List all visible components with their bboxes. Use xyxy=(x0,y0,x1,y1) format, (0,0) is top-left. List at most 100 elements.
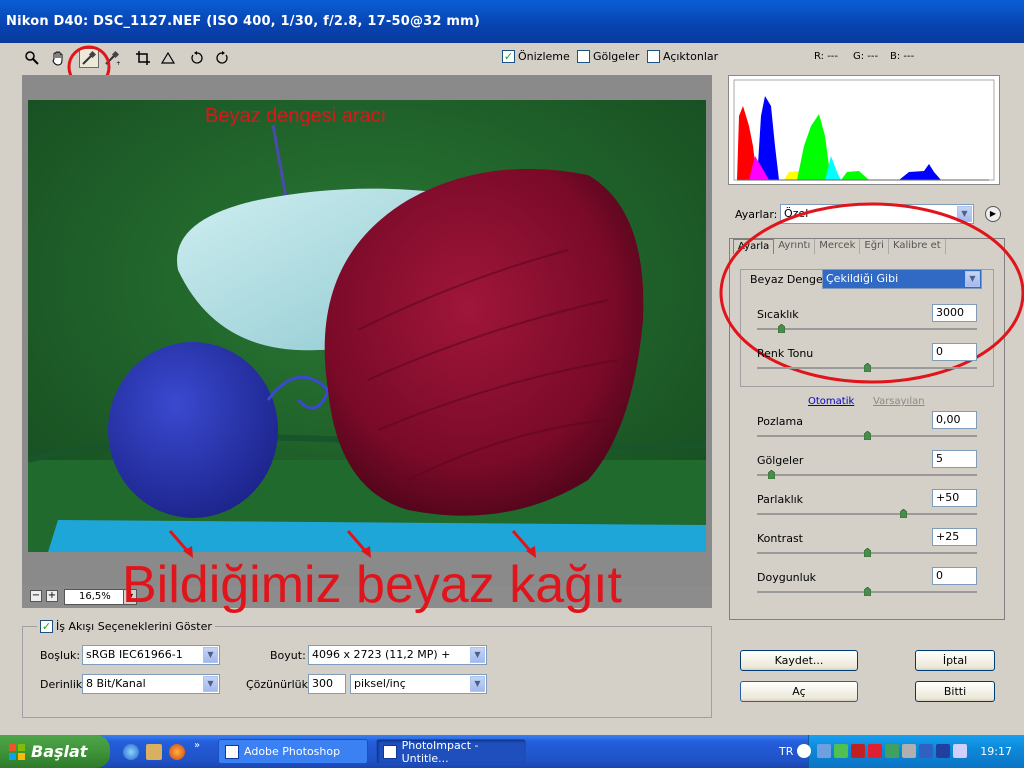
preview-check-icon: ✓ xyxy=(502,50,515,63)
tray-blue-icon[interactable] xyxy=(936,744,950,758)
internet-explorer-icon[interactable] xyxy=(123,744,139,760)
zoom-out-button[interactable]: − xyxy=(30,590,42,602)
slider-label: Sıcaklık xyxy=(757,308,799,321)
slider-label: Doygunluk xyxy=(757,571,817,584)
antivirus-icon[interactable] xyxy=(868,744,882,758)
task-photoimpact[interactable]: PhotoImpact - Untitle... xyxy=(376,738,526,765)
firefox-icon[interactable] xyxy=(169,744,185,760)
slider-thumb[interactable] xyxy=(768,470,775,479)
save-button[interactable]: Kaydet... xyxy=(740,650,858,671)
highlights-box xyxy=(647,50,660,63)
slider-value-input[interactable]: 3000 xyxy=(932,304,977,322)
highlights-label: Açıktonlar xyxy=(663,50,719,63)
shadows-box xyxy=(577,50,590,63)
tray-expand-icon[interactable] xyxy=(797,744,811,758)
slider-value-input[interactable]: +50 xyxy=(932,489,977,507)
network-icon[interactable] xyxy=(817,744,831,758)
task-photoshop-label: Adobe Photoshop xyxy=(244,745,341,758)
workflow-label: İş Akışı Seçeneklerini Göster xyxy=(56,620,212,633)
gmail-icon[interactable] xyxy=(851,744,865,758)
slider-value-input[interactable]: 0,00 xyxy=(932,411,977,429)
shadows-checkbox[interactable]: Gölgeler xyxy=(577,50,639,63)
done-button[interactable]: Bitti xyxy=(915,681,995,702)
slider-track[interactable] xyxy=(757,328,977,330)
preview-label: Önizleme xyxy=(518,50,570,63)
slider-label: Parlaklık xyxy=(757,493,804,506)
slider-track[interactable] xyxy=(757,513,977,515)
resolution-unit-value: piksel/inç xyxy=(354,677,406,690)
slider-label: Pozlama xyxy=(757,415,803,428)
white-paper-annotation: Bildiğimiz beyaz kağıt xyxy=(122,556,622,614)
slider-thumb[interactable] xyxy=(864,363,871,372)
chevron-down-icon: ▼ xyxy=(470,676,485,692)
hand-icon[interactable] xyxy=(48,48,68,68)
photoimpact-app-icon xyxy=(383,744,397,759)
raw-preview-image[interactable] xyxy=(28,100,706,552)
space-value: sRGB IEC61966-1 xyxy=(86,648,183,661)
chevron-down-icon: ▼ xyxy=(203,676,218,692)
zoom-level[interactable]: 16,5% xyxy=(64,589,124,605)
size-select[interactable]: 4096 x 2723 (11,2 MP) + ▼ xyxy=(308,645,487,665)
size-value: 4096 x 2723 (11,2 MP) + xyxy=(312,648,451,661)
start-button[interactable]: Başlat xyxy=(0,735,110,768)
histogram xyxy=(728,75,1000,185)
tray-app-icon[interactable] xyxy=(834,744,848,758)
volume-icon[interactable] xyxy=(902,744,916,758)
task-photoimpact-label: PhotoImpact - Untitle... xyxy=(401,738,479,765)
language-indicator[interactable]: TR xyxy=(779,745,793,758)
slider-thumb[interactable] xyxy=(778,324,785,333)
space-select[interactable]: sRGB IEC61966-1 ▼ xyxy=(82,645,220,665)
slider-label: Gölgeler xyxy=(757,454,804,467)
slider-thumb[interactable] xyxy=(864,587,871,596)
default-link[interactable]: Varsayılan xyxy=(873,396,925,407)
depth-label: Derinlik: xyxy=(40,678,86,691)
shadows-label: Gölgeler xyxy=(593,50,640,63)
workflow-check-icon: ✓ xyxy=(40,620,53,633)
taskbar: Başlat » Adobe Photoshop PhotoImpact - U… xyxy=(0,735,1024,768)
highlights-checkbox[interactable]: Açıktonlar xyxy=(647,50,718,63)
size-label: Boyut: xyxy=(270,649,306,662)
task-photoshop[interactable]: Adobe Photoshop xyxy=(218,739,368,764)
media-icon[interactable] xyxy=(146,744,162,760)
quicklaunch-more-icon[interactable]: » xyxy=(194,740,200,751)
zoom-icon[interactable] xyxy=(22,48,42,68)
clock: 19:17 xyxy=(980,745,1012,758)
workflow-toggle[interactable]: ✓ İş Akışı Seçeneklerini Göster xyxy=(37,620,215,633)
slider-value-input[interactable]: 0 xyxy=(932,567,977,585)
tray-green-icon[interactable] xyxy=(885,744,899,758)
window-title: Nikon D40: DSC_1127.NEF (ISO 400, 1/30, … xyxy=(6,14,481,29)
depth-select[interactable]: 8 Bit/Kanal ▼ xyxy=(82,674,220,694)
slider-track[interactable] xyxy=(757,474,977,476)
cancel-button[interactable]: İptal xyxy=(915,650,995,671)
chevron-down-icon: ▼ xyxy=(470,647,485,663)
start-label: Başlat xyxy=(31,742,88,761)
resolution-unit-select[interactable]: piksel/inç ▼ xyxy=(350,674,487,694)
resolution-input[interactable]: 300 xyxy=(308,674,346,694)
r-readout: R: --- xyxy=(814,51,839,62)
depth-value: 8 Bit/Kanal xyxy=(86,677,146,690)
preview-checkbox[interactable]: ✓ Önizleme xyxy=(502,50,570,63)
slider-thumb[interactable] xyxy=(864,431,871,440)
white-balance-tool-annotation: Beyaz dengesi aracı xyxy=(205,105,387,127)
b-readout: B: --- xyxy=(890,51,915,62)
open-button[interactable]: Aç xyxy=(740,681,858,702)
display-icon[interactable] xyxy=(919,744,933,758)
g-readout: G: --- xyxy=(853,51,879,62)
title-bar: Nikon D40: DSC_1127.NEF (ISO 400, 1/30, … xyxy=(0,0,1024,43)
chevron-down-icon: ▼ xyxy=(203,647,218,663)
photoshop-app-icon xyxy=(225,744,239,759)
slider-value-input[interactable]: 0 xyxy=(932,343,977,361)
space-label: Boşluk: xyxy=(40,649,81,662)
slider-value-input[interactable]: +25 xyxy=(932,528,977,546)
system-tray: 19:17 xyxy=(797,735,1024,768)
slider-value-input[interactable]: 5 xyxy=(932,450,977,468)
workflow-options: ✓ İş Akışı Seçeneklerini Göster Boşluk: … xyxy=(22,620,712,718)
slider-label: Kontrast xyxy=(757,532,803,545)
camera-raw-dialog: + ✓ Önizleme Gölgeler Açıktonlar R: --- … xyxy=(0,43,1024,735)
slider-thumb[interactable] xyxy=(900,509,907,518)
tray-misc-icon[interactable] xyxy=(953,744,967,758)
auto-link[interactable]: Otomatik xyxy=(808,396,854,407)
slider-label: Renk Tonu xyxy=(757,347,814,360)
slider-thumb[interactable] xyxy=(864,548,871,557)
zoom-in-button[interactable]: + xyxy=(46,590,58,602)
